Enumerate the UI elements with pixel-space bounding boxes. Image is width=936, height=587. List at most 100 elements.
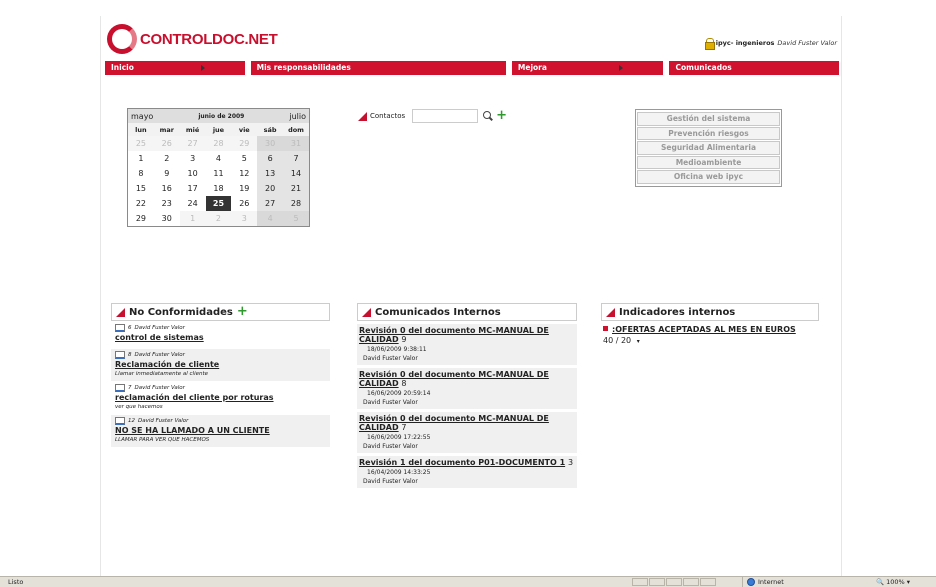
calendar-day[interactable]: 25 [205, 196, 232, 211]
calendar-day[interactable]: 4 [206, 151, 232, 166]
comunicado-number: 8 [401, 379, 407, 388]
status-cell [649, 578, 665, 586]
panel-title: Indicadores internos [601, 303, 819, 321]
zoom-control[interactable]: 🔍 100% ▾ [876, 577, 910, 587]
side-menu-gestion[interactable]: Gestión del sistema [637, 112, 780, 126]
nav-item-mejora[interactable]: Mejora [511, 61, 664, 75]
no-conformidades-panel: No Conformidades + 6 David Fuster Valor co… [111, 303, 330, 447]
page-container: CONTROLDOC.NET ipyc- ingenieros David Fu… [100, 16, 842, 576]
calendar-day[interactable]: 17 [180, 181, 206, 196]
security-zone[interactable]: Internet [742, 577, 872, 587]
contacts-search: Contactos + [358, 109, 507, 123]
add-nc-icon[interactable]: + [237, 305, 248, 318]
nav-item-inicio[interactable]: Inicio [105, 61, 245, 75]
calendar-day[interactable]: 5 [283, 211, 309, 226]
logo[interactable]: CONTROLDOC.NET [107, 22, 278, 56]
comunicado-author: David Fuster Valor [363, 399, 418, 406]
calendar-header: mayo junio de 2009 julio [128, 109, 309, 123]
calendar-day[interactable]: 29 [128, 211, 154, 226]
calendar-day[interactable]: 22 [128, 196, 154, 211]
side-menu-seguridad[interactable]: Seguridad Alimentaria [637, 141, 780, 155]
side-menu-oficina-web[interactable]: Oficina web ipyc [637, 170, 780, 184]
nc-title-link[interactable]: reclamación del cliente por roturas [115, 393, 326, 402]
side-menu-prevencion[interactable]: Prevención riesgos [637, 126, 780, 140]
search-icon[interactable] [483, 111, 493, 121]
comunicado-date: 16/06/2009 17:22:55 [367, 434, 431, 441]
calendar-day[interactable]: 1 [128, 151, 154, 166]
contacts-input[interactable] [412, 109, 479, 123]
comunicado-item: Revisión 0 del documento MC-MANUAL DE CA… [357, 412, 577, 453]
nc-meta: 7 David Fuster Valor [115, 384, 326, 392]
calendar-day[interactable]: 23 [154, 196, 180, 211]
calendar-day[interactable]: 3 [180, 151, 206, 166]
calendar-day[interactable]: 24 [180, 196, 206, 211]
calendar-prev-month[interactable]: mayo [131, 112, 153, 121]
calendar-day[interactable]: 25 [128, 136, 154, 151]
calendar-day[interactable]: 27 [179, 136, 206, 151]
calendar-day[interactable]: 10 [180, 166, 206, 181]
indicator-value: 40 / 20 ▾ [603, 336, 817, 345]
calendar-day[interactable]: 2 [154, 151, 180, 166]
comunicado-date: 16/04/2009 14:33:25 [367, 469, 431, 476]
calendar-day[interactable]: 20 [257, 181, 284, 196]
calendar-week: 15 16 17 18 19 20 21 [128, 181, 309, 196]
calendar-day[interactable]: 29 [231, 136, 258, 151]
calendar-day[interactable]: 15 [128, 181, 154, 196]
red-flag-icon [358, 111, 367, 121]
calendar-day[interactable]: 27 [257, 196, 284, 211]
nav-item-label: Inicio [111, 63, 134, 72]
add-contact-icon[interactable]: + [496, 109, 507, 122]
nav-item-label: Mejora [517, 63, 547, 72]
calendar-day[interactable]: 26 [231, 196, 257, 211]
nc-title-link[interactable]: control de sistemas [115, 333, 326, 342]
note-icon [115, 351, 125, 359]
calendar-day[interactable]: 18 [206, 181, 232, 196]
calendar-day[interactable]: 4 [257, 211, 284, 226]
calendar-day[interactable]: 1 [179, 211, 206, 226]
calendar-day[interactable]: 30 [257, 136, 284, 151]
calendar-day[interactable]: 5 [231, 151, 257, 166]
nc-item: 6 David Fuster Valor control de sistemas [111, 322, 330, 348]
calendar-day[interactable]: 3 [231, 211, 258, 226]
main-nav: Inicio Mis responsabilidades Mejora Comu… [105, 61, 839, 75]
nav-item-comunicados[interactable]: Comunicados [669, 61, 839, 75]
calendar-day[interactable]: 28 [283, 196, 309, 211]
calendar-day[interactable]: 6 [257, 151, 284, 166]
side-menu-medioambiente[interactable]: Medioambiente [637, 155, 780, 169]
calendar-day[interactable]: 30 [154, 211, 180, 226]
calendar-day[interactable]: 11 [206, 166, 232, 181]
comunicado-link[interactable]: Revisión 0 del documento MC-MANUAL DE CA… [359, 414, 549, 432]
comunicados-title: Comunicados Internos [375, 306, 501, 318]
calendar-day[interactable]: 12 [231, 166, 257, 181]
nc-author: David Fuster Valor [138, 418, 189, 424]
calendar-day[interactable]: 21 [283, 181, 309, 196]
weekday-header: vie [231, 123, 258, 136]
lock-icon[interactable] [704, 38, 715, 50]
comunicado-link[interactable]: Revisión 0 del documento MC-MANUAL DE CA… [359, 370, 549, 388]
calendar-day[interactable]: 19 [231, 181, 257, 196]
calendar-day[interactable]: 31 [283, 136, 309, 151]
dropdown-icon[interactable]: ▾ [637, 338, 640, 345]
comunicado-link[interactable]: Revisión 0 del documento MC-MANUAL DE CA… [359, 326, 549, 344]
contacts-label: Contactos [370, 112, 406, 120]
calendar-week: 29 30 1 2 3 4 5 [128, 211, 309, 226]
comunicado-item: Revisión 0 del documento MC-MANUAL DE CA… [357, 324, 577, 365]
indicator-link[interactable]: :OFERTAS ACEPTADAS AL MES EN EUROS [603, 325, 817, 334]
nav-item-mis-responsabilidades[interactable]: Mis responsabilidades [250, 61, 506, 75]
calendar-day[interactable]: 9 [154, 166, 180, 181]
calendar-day[interactable]: 8 [128, 166, 154, 181]
nc-title-link[interactable]: NO SE HA LLAMADO A UN CLIENTE [115, 426, 326, 435]
red-flag-icon [606, 307, 615, 317]
calendar-day[interactable]: 28 [205, 136, 232, 151]
nc-title-link[interactable]: Reclamación de cliente [115, 360, 326, 369]
comunicado-link[interactable]: Revisión 1 del documento P01-DOCUMENTO 1 [359, 458, 565, 467]
calendar-day[interactable]: 7 [283, 151, 309, 166]
calendar-day[interactable]: 13 [257, 166, 284, 181]
calendar-next-month[interactable]: julio [289, 112, 306, 121]
calendar-day[interactable]: 26 [153, 136, 180, 151]
calendar-day[interactable]: 14 [283, 166, 309, 181]
indicator-name: :OFERTAS ACEPTADAS AL MES EN EUROS [612, 325, 796, 334]
calendar-day[interactable]: 16 [154, 181, 180, 196]
nc-meta: 6 David Fuster Valor [115, 324, 326, 332]
calendar-day[interactable]: 2 [205, 211, 232, 226]
